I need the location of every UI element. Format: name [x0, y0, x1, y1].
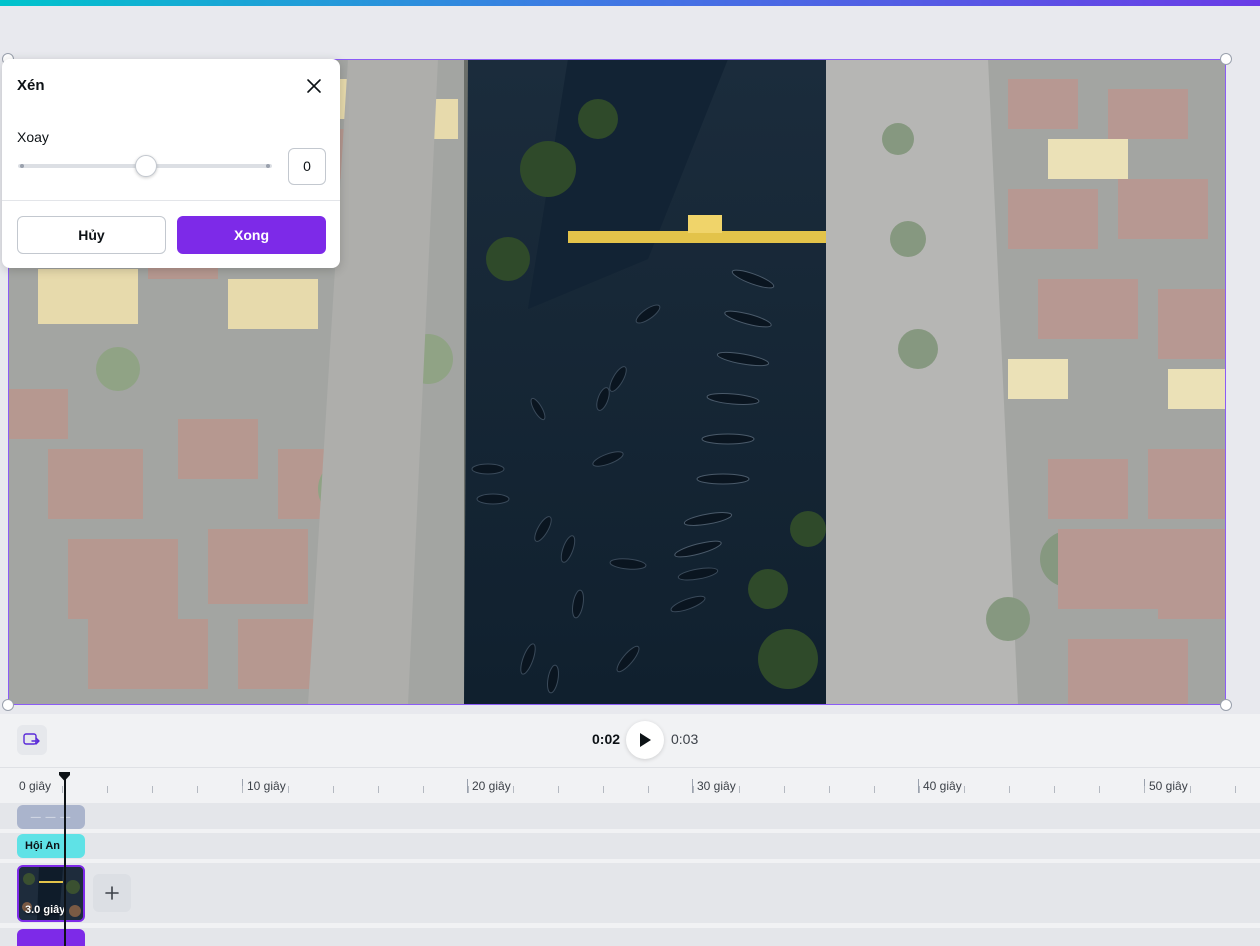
- ruler-tick: [378, 786, 379, 793]
- ruler-label: 40 giây: [918, 779, 962, 793]
- ruler-label: 0 giây: [19, 779, 52, 793]
- ruler-tick: [1235, 786, 1236, 793]
- timeline[interactable]: 0 giây 10 giây 20 giây 30 giây 40 giây 5…: [0, 768, 1260, 946]
- ruler-label: 20 giây: [467, 779, 511, 793]
- text-clip[interactable]: Hội An: [17, 834, 85, 858]
- present-button[interactable]: [17, 725, 47, 755]
- ruler-tick: [874, 786, 875, 793]
- video-clip-duration: 3.0 giây: [25, 904, 66, 916]
- ruler-tick: [1054, 786, 1055, 793]
- top-track-clip[interactable]: — — —: [17, 805, 85, 829]
- slider-max-dot: [266, 164, 270, 168]
- timeline-ruler: 0 giây 10 giây 20 giây 30 giây 40 giây 5…: [0, 768, 1260, 800]
- plus-icon: [105, 886, 119, 900]
- close-icon: [307, 79, 321, 93]
- playhead-knob-icon[interactable]: [59, 772, 70, 781]
- bottom-track-clip[interactable]: [17, 929, 85, 946]
- ruler-tick: [1009, 786, 1010, 793]
- ruler-tick: [468, 786, 469, 793]
- crop-panel: Xén Xoay 0 Hủy Xong: [2, 59, 340, 268]
- rotate-slider-thumb[interactable]: [135, 155, 157, 177]
- crop-dim-right: [826, 59, 1226, 705]
- rotate-label: Xoay: [17, 129, 49, 145]
- ruler-tick: [693, 786, 694, 793]
- ruler-tick: [558, 786, 559, 793]
- ruler-tick: [288, 786, 289, 793]
- play-icon: [640, 733, 651, 747]
- extra-track: [0, 928, 1260, 946]
- ruler-tick: [333, 786, 334, 793]
- play-button[interactable]: [626, 721, 664, 759]
- ruler-tick: [1144, 786, 1145, 793]
- close-button[interactable]: [302, 74, 326, 98]
- video-track: [0, 863, 1260, 923]
- slider-min-dot: [20, 164, 24, 168]
- resize-handle-bottom-left[interactable]: [2, 699, 14, 711]
- total-time: 0:03: [671, 731, 699, 747]
- ruler-label: 50 giây: [1144, 779, 1188, 793]
- rotate-value-input[interactable]: 0: [288, 148, 326, 185]
- ruler-tick: [423, 786, 424, 793]
- ruler-tick: [829, 786, 830, 793]
- ruler-tick: [152, 786, 153, 793]
- ruler-tick: [603, 786, 604, 793]
- rotate-slider[interactable]: [18, 155, 272, 177]
- panel-divider: [2, 200, 340, 201]
- add-clip-button[interactable]: [93, 874, 131, 912]
- ruler-tick: [964, 786, 965, 793]
- ruler-label: 10 giây: [242, 779, 286, 793]
- present-icon: [23, 733, 40, 745]
- cancel-button[interactable]: Hủy: [17, 216, 166, 254]
- audio-track: [0, 803, 1260, 829]
- ruler-tick: [648, 786, 649, 793]
- playback-bar: 0:02 0:03: [0, 714, 1260, 768]
- ruler-tick: [513, 786, 514, 793]
- ruler-tick: [1099, 786, 1100, 793]
- ruler-tick: [1190, 786, 1191, 793]
- crop-panel-title: Xén: [17, 77, 45, 94]
- ruler-tick: [107, 786, 108, 793]
- done-button[interactable]: Xong: [177, 216, 326, 254]
- current-time: 0:02: [592, 731, 621, 747]
- ruler-tick: [62, 786, 63, 793]
- playhead[interactable]: [64, 776, 66, 946]
- video-clip[interactable]: 3.0 giây: [17, 865, 85, 922]
- resize-handle-top-right[interactable]: [1220, 53, 1232, 65]
- ruler-tick: [197, 786, 198, 793]
- resize-handle-bottom-right[interactable]: [1220, 699, 1232, 711]
- ruler-tick: [242, 786, 243, 793]
- ruler-tick: [739, 786, 740, 793]
- ruler-tick: [784, 786, 785, 793]
- text-track: [0, 833, 1260, 859]
- ruler-tick: [919, 786, 920, 793]
- ruler-label: 30 giây: [692, 779, 736, 793]
